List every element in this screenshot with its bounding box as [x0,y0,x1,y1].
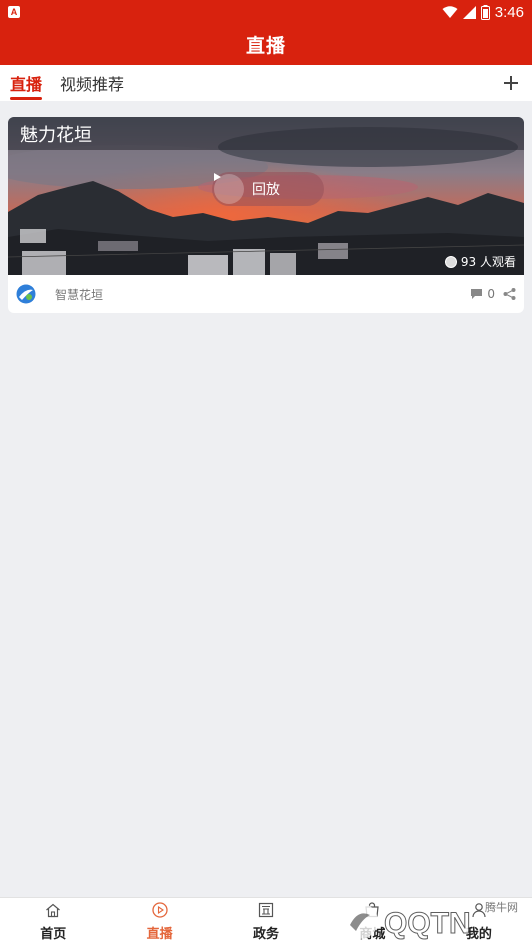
source-name[interactable]: 智慧花垣 [55,286,103,303]
clock: 3:46 [494,3,524,21]
card-actions: 0 [470,287,516,301]
status-indicators: 3:46 [442,4,524,21]
viewer-avatar-icon [444,255,457,268]
comment-button[interactable]: 0 [470,287,495,301]
nav-mine[interactable]: 我的 [426,898,532,946]
nav-live-label: 直播 [146,927,173,942]
live-card-title: 魅力花垣 [8,117,524,150]
nav-mine-label: 我的 [465,927,492,942]
app-notification-icon: A [8,6,20,18]
live-card-footer: 智慧花垣 0 [8,275,524,313]
viewer-count-text: 93 人观看 [460,255,516,269]
nav-live[interactable]: 直播 [106,898,212,946]
nav-home[interactable]: 首页 [0,898,106,946]
battery-icon [480,4,490,20]
tab-video-recommend[interactable]: 视频推荐 [60,65,124,101]
share-button[interactable] [503,288,516,300]
nav-home-label: 首页 [40,926,67,942]
comment-icon [471,289,483,299]
wifi-icon [442,5,458,18]
viewer-count: 93 人观看 [444,253,516,270]
replay-label: 回放 [252,182,280,198]
nav-shop[interactable]: 商城 [319,898,425,946]
status-bar: A 3:46 [0,0,532,24]
nav-government[interactable]: 政务 [213,898,319,946]
signal-icon [462,5,476,19]
play-circle-icon [151,902,168,918]
page-title: 直播 [245,35,286,57]
bottom-nav: 首页 直播 政务 商城 我的 [0,897,532,946]
home-icon [46,903,61,917]
comment-count: 0 [487,287,495,301]
nav-shop-label: 商城 [359,927,386,942]
nav-government-label: 政务 [253,927,280,942]
government-icon [258,902,274,918]
play-icon [214,173,244,204]
add-tab-button[interactable] [500,72,522,94]
plus-icon [504,76,518,90]
user-icon [472,903,486,918]
replay-button[interactable]: 回放 [212,172,324,206]
app-header: 直播 [0,24,532,65]
share-icon [503,288,516,300]
source-logo-icon[interactable] [16,284,36,304]
tab-bar: 直播 视频推荐 [0,65,532,101]
live-thumbnail[interactable]: 魅力花垣 回放 93 人观看 [8,117,524,275]
shop-icon [365,902,380,918]
live-card[interactable]: 魅力花垣 回放 93 人观看 智慧花垣 0 [8,117,524,313]
tab-live[interactable]: 直播 [10,65,43,101]
